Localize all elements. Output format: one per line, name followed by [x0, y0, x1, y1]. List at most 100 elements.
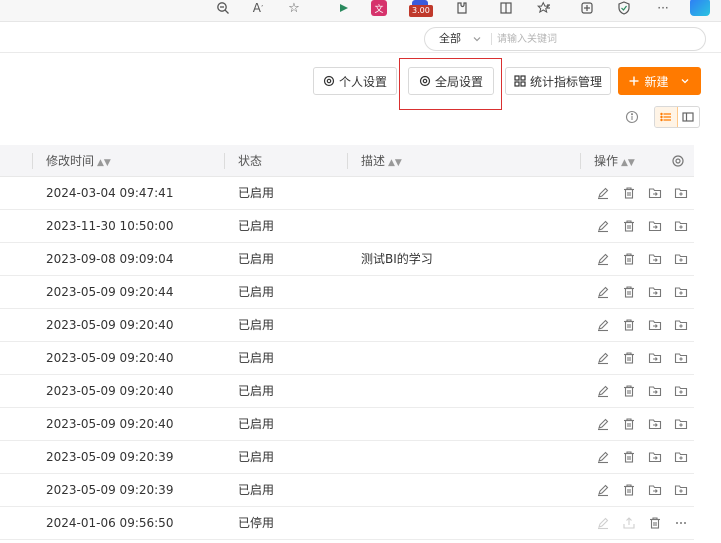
zoom-out-icon[interactable] [213, 0, 233, 16]
metrics-management-label: 统计指标管理 [529, 74, 602, 89]
move-to-folder-icon[interactable] [648, 417, 662, 431]
delete-icon[interactable] [622, 252, 636, 266]
column-separator [224, 153, 225, 169]
delete-icon[interactable] [622, 285, 636, 299]
edit-icon[interactable] [596, 384, 610, 398]
table-row[interactable]: 2023-05-09 09:20:40 已启用 [0, 342, 694, 375]
edit-icon[interactable] [596, 285, 610, 299]
add-to-folder-icon[interactable] [674, 252, 688, 266]
modified-time-cell: 2024-03-04 09:47:41 [46, 186, 174, 200]
favorite-icon[interactable]: ☆ [284, 0, 304, 16]
move-to-folder-icon[interactable] [648, 186, 662, 200]
add-to-folder-icon[interactable] [674, 450, 688, 464]
add-to-folder-icon[interactable] [674, 483, 688, 497]
translate-icon[interactable]: 文 [371, 0, 387, 16]
move-to-folder-icon[interactable] [648, 285, 662, 299]
modified-time-cell: 2023-05-09 09:20:40 [46, 318, 174, 332]
table-row[interactable]: 2023-05-09 09:20:40 已启用 [0, 408, 694, 441]
add-to-folder-icon[interactable] [674, 285, 688, 299]
browser-essentials-icon[interactable] [614, 0, 634, 16]
plus-icon [629, 76, 639, 86]
description-cell: 测试BI的学习 [361, 252, 433, 266]
info-icon[interactable] [625, 110, 639, 124]
new-button[interactable]: 新建 [618, 67, 701, 95]
modified-time-cell: 2023-11-30 10:50:00 [46, 219, 174, 233]
collections-icon[interactable] [577, 0, 597, 16]
move-to-folder-icon[interactable] [648, 483, 662, 497]
search-scope-select[interactable]: 全部 [439, 28, 461, 50]
delete-icon[interactable] [622, 483, 636, 497]
move-to-folder-icon[interactable] [648, 384, 662, 398]
status-cell: 已停用 [238, 516, 275, 530]
add-to-folder-icon[interactable] [674, 351, 688, 365]
metrics-management-button[interactable]: 统计指标管理 [505, 67, 611, 95]
read-aloud-icon[interactable]: A’ [248, 0, 268, 16]
delete-icon[interactable] [622, 318, 636, 332]
column-header-actions[interactable]: 操作 ▲▼ [594, 145, 635, 177]
list-view-button[interactable] [655, 107, 678, 127]
modified-time-cell: 2023-05-09 09:20:40 [46, 351, 174, 365]
add-to-folder-icon[interactable] [674, 318, 688, 332]
sort-icon[interactable]: ▲▼ [388, 158, 402, 168]
move-to-folder-icon[interactable] [648, 450, 662, 464]
add-to-folder-icon[interactable] [674, 384, 688, 398]
personal-settings-label: 个人设置 [338, 74, 387, 89]
column-settings-icon[interactable] [671, 154, 685, 168]
column-header-description[interactable]: 描述 ▲▼ [361, 145, 402, 177]
favorites-icon[interactable] [534, 0, 554, 16]
table-row[interactable]: 2023-05-09 09:20:44 已启用 [0, 276, 694, 309]
sort-icon[interactable]: ▲▼ [621, 158, 635, 168]
edit-icon[interactable] [596, 219, 610, 233]
status-cell: 已启用 [238, 384, 275, 398]
publish-icon [622, 516, 636, 530]
search-input[interactable] [497, 29, 697, 49]
add-to-folder-icon[interactable] [674, 219, 688, 233]
chevron-down-icon [473, 37, 481, 42]
edit-icon[interactable] [596, 450, 610, 464]
status-cell: 已启用 [238, 318, 275, 332]
edit-icon[interactable] [596, 417, 610, 431]
delete-icon[interactable] [622, 351, 636, 365]
table-row[interactable]: 2023-05-09 09:20:40 已启用 [0, 309, 694, 342]
move-to-folder-icon[interactable] [648, 351, 662, 365]
table-row[interactable]: 2023-05-09 09:20:39 已启用 [0, 441, 694, 474]
table-row[interactable]: 2023-11-30 10:50:00 已启用 [0, 210, 694, 243]
move-to-folder-icon[interactable] [648, 252, 662, 266]
modified-time-cell: 2023-05-09 09:20:39 [46, 483, 174, 497]
delete-icon[interactable] [622, 219, 636, 233]
sort-icon[interactable]: ▲▼ [97, 158, 111, 168]
edit-icon[interactable] [596, 186, 610, 200]
table-row[interactable]: 2023-05-09 09:20:40 已启用 [0, 375, 694, 408]
table-row[interactable]: 2024-01-06 09:56:50 已停用 [0, 507, 694, 540]
move-to-folder-icon[interactable] [648, 219, 662, 233]
delete-icon[interactable] [622, 450, 636, 464]
table-row[interactable]: 2024-03-04 09:47:41 已启用 [0, 177, 694, 210]
delete-icon[interactable] [622, 384, 636, 398]
copilot-icon[interactable] [690, 0, 710, 16]
edit-icon[interactable] [596, 483, 610, 497]
add-to-folder-icon[interactable] [674, 186, 688, 200]
edit-icon [596, 516, 610, 530]
extensions-icon[interactable] [451, 0, 471, 16]
status-cell: 已启用 [238, 252, 275, 266]
edit-icon[interactable] [596, 252, 610, 266]
more-icon[interactable] [674, 516, 688, 530]
modified-time-cell: 2023-05-09 09:20:40 [46, 384, 174, 398]
column-header-modified-time[interactable]: 修改时间 ▲▼ [46, 145, 111, 177]
card-view-button[interactable] [678, 107, 700, 127]
grid-icon [514, 75, 526, 87]
more-icon[interactable]: ··· [653, 0, 673, 16]
edit-icon[interactable] [596, 351, 610, 365]
delete-icon[interactable] [622, 417, 636, 431]
table-row[interactable]: 2023-09-08 09:09:04 已启用 测试BI的学习 [0, 243, 694, 276]
edit-icon[interactable] [596, 318, 610, 332]
split-screen-icon[interactable] [496, 0, 516, 16]
add-to-folder-icon[interactable] [674, 417, 688, 431]
delete-icon[interactable] [648, 516, 662, 530]
search-divider [491, 33, 492, 45]
delete-icon[interactable] [622, 186, 636, 200]
table-row[interactable]: 2023-05-09 09:20:39 已启用 [0, 474, 694, 507]
move-to-folder-icon[interactable] [648, 318, 662, 332]
personal-settings-button[interactable]: 个人设置 [313, 67, 397, 95]
extension-icon[interactable] [334, 0, 354, 16]
